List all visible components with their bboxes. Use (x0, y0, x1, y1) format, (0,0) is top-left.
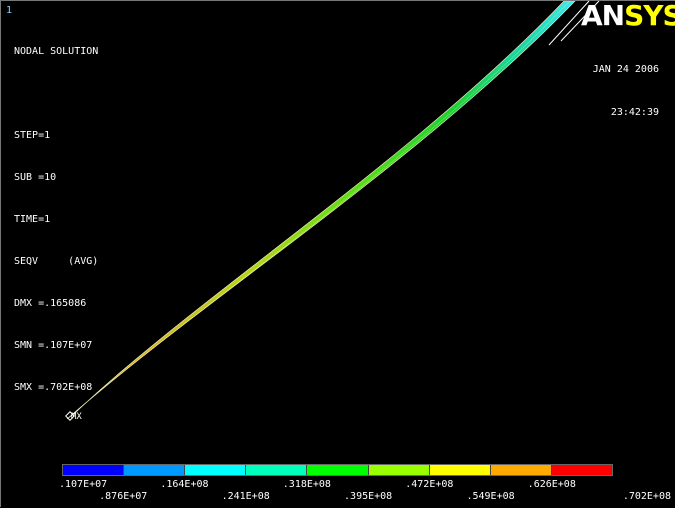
legend-swatch-5 (307, 465, 369, 475)
legend-swatch-3 (185, 465, 247, 475)
legend-label-2: .876E+07 (99, 491, 148, 502)
legend-swatch-2 (124, 465, 186, 475)
max-marker-label: MX (71, 412, 82, 422)
legend-label-5: .318E+08 (282, 479, 331, 490)
legend-swatch-9 (551, 465, 612, 475)
contour-legend-bar (62, 464, 613, 476)
legend-label-8: .549E+08 (466, 491, 515, 502)
legend-label-1: .107E+07 (59, 479, 108, 490)
model-view[interactable] (1, 1, 675, 508)
legend-label-3: .164E+08 (160, 479, 209, 490)
legend-label-10: .702E+08 (622, 491, 671, 502)
graphics-window[interactable]: 1 NODAL SOLUTION STEP=1 SUB =10 TIME=1 S… (0, 0, 675, 507)
legend-swatch-8 (490, 465, 552, 475)
legend-label-9: .626E+08 (527, 479, 576, 490)
legend-swatch-7 (429, 465, 491, 475)
legend-label-4: .241E+08 (221, 491, 270, 502)
legend-swatch-6 (368, 465, 430, 475)
legend-label-6: .395E+08 (344, 491, 393, 502)
legend-swatch-1 (63, 465, 125, 475)
legend-swatch-4 (246, 465, 308, 475)
legend-label-7: .472E+08 (405, 479, 454, 490)
